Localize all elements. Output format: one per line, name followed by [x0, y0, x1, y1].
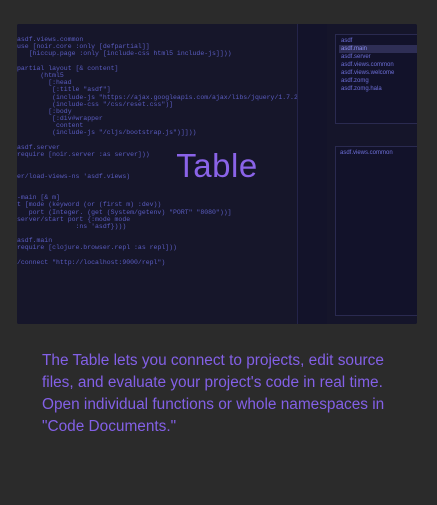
screenshot-title: Table — [176, 147, 258, 184]
code-line: (html5 — [17, 71, 64, 79]
code-line: require [clojure.browser.repl :as repl])… — [17, 244, 177, 252]
code-line: [hiccup.page :only [include-css html5 in… — [17, 50, 232, 58]
code-line: asdf.views.common — [17, 36, 84, 43]
namespace-navigator[interactable]: asdf asdf.main asdf.server asdf.views.commo… — [335, 34, 417, 124]
code-line: :ns 'asdf}))) — [17, 222, 127, 230]
code-line: partial layout [& content] — [17, 64, 119, 72]
code-line: server/start port {:mode mode — [17, 215, 131, 223]
code-line: /connect "http://localhost:9000/repl") — [17, 258, 166, 266]
code-line: [:body — [17, 107, 72, 115]
namespace-item[interactable]: asdf.zomg — [339, 77, 417, 85]
code-line: (include-js "/cljs/bootstrap.js")]])) — [17, 129, 197, 137]
namespace-item[interactable]: asdf.server — [339, 53, 417, 61]
code-line: content — [17, 122, 84, 130]
code-line: t [mode (keyword (or (first m) :dev)) — [17, 201, 162, 209]
code-line: -main [& m] — [17, 194, 60, 202]
code-line: asdf.main — [17, 237, 53, 245]
code-line: (include-css "/css/reset.css")] — [17, 100, 174, 108]
namespace-item[interactable]: asdf.views.common — [339, 61, 417, 69]
code-line: [:div#wrapper — [17, 115, 103, 123]
code-line: (include-js "https://ajax.googleapis.com… — [17, 93, 310, 101]
namespace-item[interactable]: asdf — [339, 37, 417, 45]
feature-description: The Table lets you connect to projects, … — [42, 352, 385, 435]
code-line: port (Integer. (get (System/getenv) "POR… — [17, 208, 232, 216]
code-line: [:title "asdf"] — [17, 86, 111, 94]
code-line: [:head — [17, 79, 72, 87]
namespace-item[interactable]: asdf.zomg.hala — [339, 85, 417, 93]
screenshot-card: asdf.views.common use [noir.core :only [d… — [17, 24, 417, 324]
code-line: use [noir.core :only [defpartial]] — [17, 43, 150, 51]
namespace-item[interactable]: asdf.main — [339, 45, 417, 53]
namespace-item[interactable]: asdf.views.welcome — [339, 69, 417, 77]
